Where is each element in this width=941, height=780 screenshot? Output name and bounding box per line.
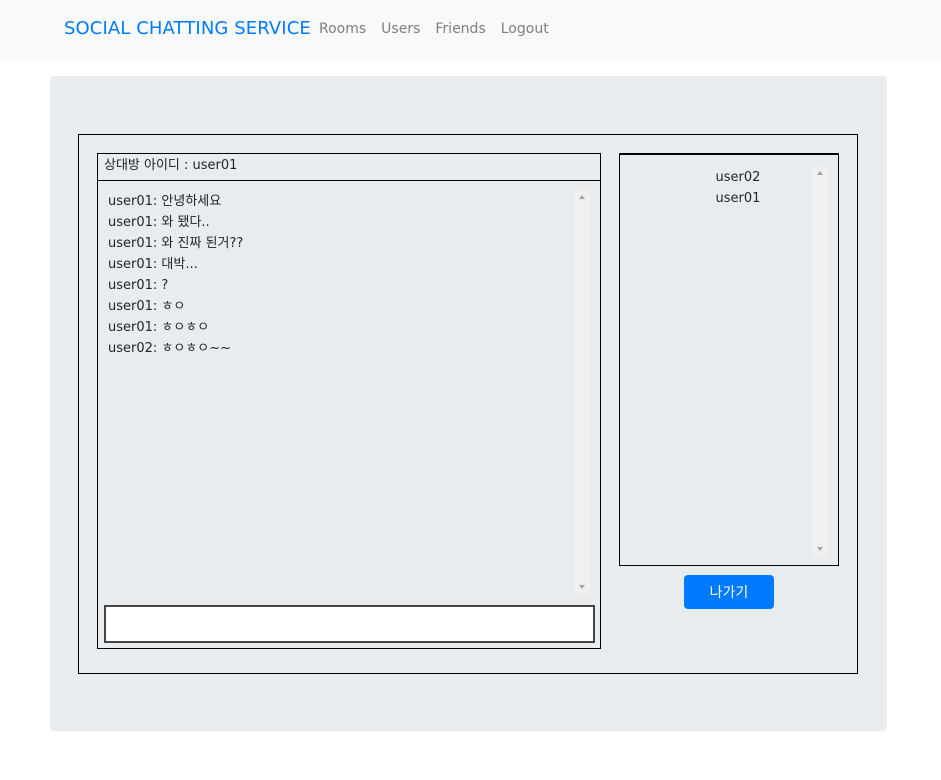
message-item: user02: ㅎㅇㅎㅇ~~	[108, 341, 232, 356]
scroll-up-arrow-icon[interactable]	[579, 195, 585, 199]
nav-links: Rooms Users Friends Logout	[319, 21, 564, 37]
message-input[interactable]	[104, 605, 595, 643]
message-item: user01: 와 됐다..	[108, 215, 210, 230]
scroll-up-arrow-icon[interactable]	[817, 171, 823, 175]
participants-scrollbar[interactable]	[812, 165, 828, 557]
message-item: user01: 안녕하세요	[108, 194, 222, 209]
message-area: user01: 안녕하세요 user01: 와 됐다.. user01: 와 진…	[98, 181, 600, 601]
message-scrollbar[interactable]	[574, 189, 590, 595]
nav-link-logout[interactable]: Logout	[501, 21, 549, 37]
message-item: user01: 와 진짜 된거??	[108, 236, 244, 251]
message-item: user01: ?	[108, 278, 169, 293]
message-list: user01: 안녕하세요 user01: 와 됐다.. user01: 와 진…	[108, 191, 243, 359]
chat-panel: 상대방 아이디 : user01 user01: 안녕하세요 user01: 와…	[97, 153, 601, 649]
chat-partner-header: 상대방 아이디 : user01	[98, 154, 600, 181]
nav-link-friends[interactable]: Friends	[435, 21, 485, 37]
scroll-down-arrow-icon[interactable]	[817, 547, 823, 551]
message-item: user01: ㅎㅇ	[108, 299, 186, 314]
participants-panel: user02 user01	[619, 153, 839, 566]
scroll-down-arrow-icon[interactable]	[579, 585, 585, 589]
brand-link[interactable]: SOCIAL CHATTING SERVICE	[64, 18, 311, 39]
message-item: user01: ㅎㅇㅎㅇ	[108, 320, 210, 335]
message-item: user01: 대박...	[108, 257, 198, 272]
nav-link-rooms[interactable]: Rooms	[319, 21, 366, 37]
navbar: SOCIAL CHATTING SERVICE Rooms Users Frie…	[0, 0, 941, 61]
nav-link-users[interactable]: Users	[381, 21, 420, 37]
leave-room-button[interactable]: 나가기	[684, 575, 774, 609]
